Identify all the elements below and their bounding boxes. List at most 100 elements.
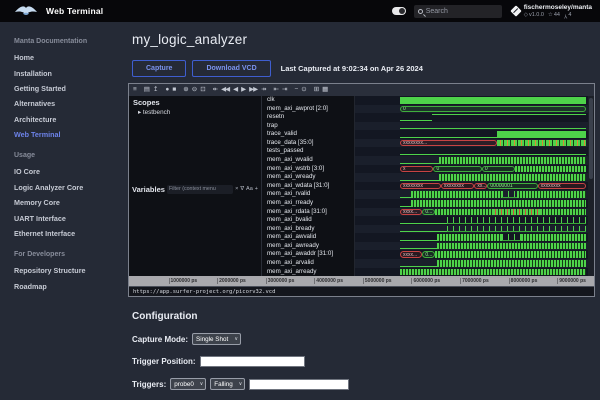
- case-sensitive-icon[interactable]: Aa: [246, 186, 253, 192]
- sidebar-item-installation[interactable]: Installation: [14, 65, 114, 80]
- wave-segment: [400, 248, 437, 249]
- signal-name-trace-data-35-0[interactable]: trace_data [35:0]: [262, 139, 354, 148]
- sidebar-item-architecture[interactable]: Architecture: [14, 112, 114, 127]
- repo-fact-fork: Y4: [564, 12, 571, 19]
- time-units-icon[interactable]: ⊙: [301, 84, 305, 96]
- waveform-row-mem-axi-awaddr-31-0[interactable]: xxxx...0...: [355, 250, 594, 259]
- add-variable-icon[interactable]: +: [255, 186, 258, 192]
- signal-name-resetn[interactable]: resetn: [262, 113, 354, 122]
- variable-filter-input[interactable]: [167, 185, 233, 194]
- capture-button[interactable]: Capture: [132, 60, 186, 77]
- fork-icon: Y: [564, 12, 567, 18]
- waveform-row-clk[interactable]: [355, 96, 594, 105]
- sidebar-item-io-core[interactable]: IO Core: [14, 164, 114, 179]
- trigger-edge-select[interactable]: Falling: [210, 378, 245, 390]
- waveform-row-mem-axi-bvalid[interactable]: [355, 216, 594, 225]
- waveform-row-mem-axi-arready[interactable]: [355, 268, 594, 277]
- stop-icon[interactable]: ■: [172, 84, 175, 96]
- waveform-canvas[interactable]: 0 xxxxxxxx... x00 xxxxxxxxxxxxxxxxxx...0000…: [355, 96, 594, 276]
- step-forward-icon[interactable]: ▶: [241, 84, 245, 96]
- capture-mode-select[interactable]: Single Shot: [192, 333, 241, 345]
- sidebar-item-home[interactable]: Home: [14, 50, 114, 65]
- waveform-row-trace-data-35-0[interactable]: xxxxxxxx...: [355, 139, 594, 148]
- step-backward-icon[interactable]: ◀: [233, 84, 237, 96]
- load-url-icon[interactable]: ↥: [153, 84, 157, 96]
- fast-backward-icon[interactable]: ◀◀: [221, 84, 229, 96]
- open-file-icon[interactable]: ▤: [144, 84, 149, 96]
- signal-name-mem-axi-arready[interactable]: mem_axi_arready: [262, 268, 354, 277]
- waveform-row-mem-axi-arvalid[interactable]: [355, 259, 594, 268]
- remove-cursor-icon[interactable]: −: [294, 84, 297, 96]
- signal-name-mem-axi-rready[interactable]: mem_axi_rready: [262, 199, 354, 208]
- clear-filter-icon[interactable]: ×: [235, 186, 238, 192]
- signal-name-trace-valid[interactable]: trace_valid: [262, 130, 354, 139]
- wave-segment: [400, 231, 447, 232]
- signal-name-mem-axi-wstrb-3-0[interactable]: mem_axi_wstrb [3:0]: [262, 165, 354, 174]
- signal-name-mem-axi-bready[interactable]: mem_axi_bready: [262, 225, 354, 234]
- signal-name-clk[interactable]: clk: [262, 96, 354, 105]
- scope-item-testbench[interactable]: ▸ testbench: [129, 108, 261, 116]
- skip-end-icon[interactable]: ↠: [261, 84, 265, 96]
- waveform-row-mem-axi-wready[interactable]: [355, 173, 594, 182]
- theme-toggle-icon[interactable]: [392, 7, 406, 15]
- timeline[interactable]: 1000000 ps2000000 ps3000000 ps4000000 ps…: [129, 276, 594, 286]
- waveform-row-mem-axi-rready[interactable]: [355, 199, 594, 208]
- signal-name-mem-axi-wdata-31-0[interactable]: mem_axi_wdata [31:0]: [262, 182, 354, 191]
- waveform-row-tests-passed[interactable]: [355, 147, 594, 156]
- trigger-value-input[interactable]: [249, 379, 349, 390]
- signal-name-mem-axi-rvalid[interactable]: mem_axi_rvalid: [262, 190, 354, 199]
- add-marker-icon[interactable]: ⊞: [314, 84, 318, 96]
- sidebar-item-memory-core[interactable]: Memory Core: [14, 195, 114, 210]
- sidebar-item-alternatives[interactable]: Alternatives: [14, 96, 114, 111]
- sidebar-item-repository-structure[interactable]: Repository Structure: [14, 263, 114, 278]
- signal-name-mem-axi-awaddr-31-0[interactable]: mem_axi_awaddr [31:0]: [262, 250, 354, 259]
- repo-link[interactable]: fischermoseley/manta ◇v1.0.0☆44Y4: [512, 4, 592, 19]
- record-icon[interactable]: ●: [165, 84, 168, 96]
- signal-name-mem-axi-rdata-31-0[interactable]: mem_axi_rdata [31:0]: [262, 208, 354, 217]
- signal-name-mem-axi-awready[interactable]: mem_axi_awready: [262, 242, 354, 251]
- settings-icon[interactable]: ▦: [322, 84, 327, 96]
- filter-type-icon[interactable]: ∇: [240, 186, 244, 192]
- wave-segment: [435, 209, 493, 216]
- waveform-row-mem-axi-wdata-31-0[interactable]: xxxxxxxxxxxxxxxxxx...00000001xxxxxxxx: [355, 182, 594, 191]
- sidebar-item-roadmap[interactable]: Roadmap: [14, 279, 114, 294]
- fast-forward-icon[interactable]: ▶▶: [249, 84, 257, 96]
- signal-name-mem-axi-wready[interactable]: mem_axi_wready: [262, 173, 354, 182]
- signal-name-tests-passed[interactable]: tests_passed: [262, 147, 354, 156]
- signal-name-trap[interactable]: trap: [262, 122, 354, 131]
- waveform-row-trace-valid[interactable]: [355, 130, 594, 139]
- skip-start-icon[interactable]: ↞: [213, 84, 217, 96]
- zoom-fit-icon[interactable]: ⊡: [200, 84, 204, 96]
- sidebar-item-ethernet-interface[interactable]: Ethernet Interface: [14, 226, 114, 241]
- zoom-in-icon[interactable]: ⊕: [183, 84, 187, 96]
- search-box[interactable]: Search: [414, 5, 502, 18]
- signal-name-mem-axi-awprot-2-0[interactable]: mem_axi_awprot [2:0]: [262, 105, 354, 114]
- waveform-row-mem-axi-rvalid[interactable]: [355, 190, 594, 199]
- signal-name-mem-axi-arvalid[interactable]: mem_axi_arvalid: [262, 259, 354, 268]
- download-vcd-button[interactable]: Download VCD: [192, 60, 270, 77]
- waveform-row-mem-axi-rdata-31-0[interactable]: xxxx...0...: [355, 208, 594, 217]
- waveform-row-mem-axi-wstrb-3-0[interactable]: x00: [355, 165, 594, 174]
- sidebar-item-logic-analyzer-core[interactable]: Logic Analyzer Core: [14, 180, 114, 195]
- waveform-row-resetn[interactable]: [355, 113, 594, 122]
- waveform-row-mem-axi-awprot-2-0[interactable]: 0: [355, 105, 594, 114]
- prev-transition-icon[interactable]: ⇤: [274, 84, 278, 96]
- zoom-out-icon[interactable]: ⊖: [192, 84, 196, 96]
- waveform-row-mem-axi-bready[interactable]: [355, 225, 594, 234]
- menu-icon[interactable]: ≡: [133, 84, 136, 96]
- wave-segment: [400, 266, 437, 267]
- sidebar-item-uart-interface[interactable]: UART Interface: [14, 210, 114, 225]
- trigger-position-input[interactable]: [200, 356, 305, 367]
- sidebar-item-web-terminal[interactable]: Web Terminal: [14, 127, 114, 142]
- signal-name-mem-axi-awvalid[interactable]: mem_axi_awvalid: [262, 233, 354, 242]
- waveform-scrollbar[interactable]: [588, 96, 594, 276]
- waveform-row-trap[interactable]: [355, 122, 594, 131]
- waveform-row-mem-axi-wvalid[interactable]: [355, 156, 594, 165]
- next-transition-icon[interactable]: ⇥: [282, 84, 286, 96]
- waveform-row-mem-axi-awvalid[interactable]: [355, 233, 594, 242]
- signal-name-mem-axi-wvalid[interactable]: mem_axi_wvalid: [262, 156, 354, 165]
- sidebar-item-getting-started[interactable]: Getting Started: [14, 81, 114, 96]
- trigger-probe-select[interactable]: probe0: [170, 378, 206, 390]
- waveform-row-mem-axi-awready[interactable]: [355, 242, 594, 251]
- signal-name-mem-axi-bvalid[interactable]: mem_axi_bvalid: [262, 216, 354, 225]
